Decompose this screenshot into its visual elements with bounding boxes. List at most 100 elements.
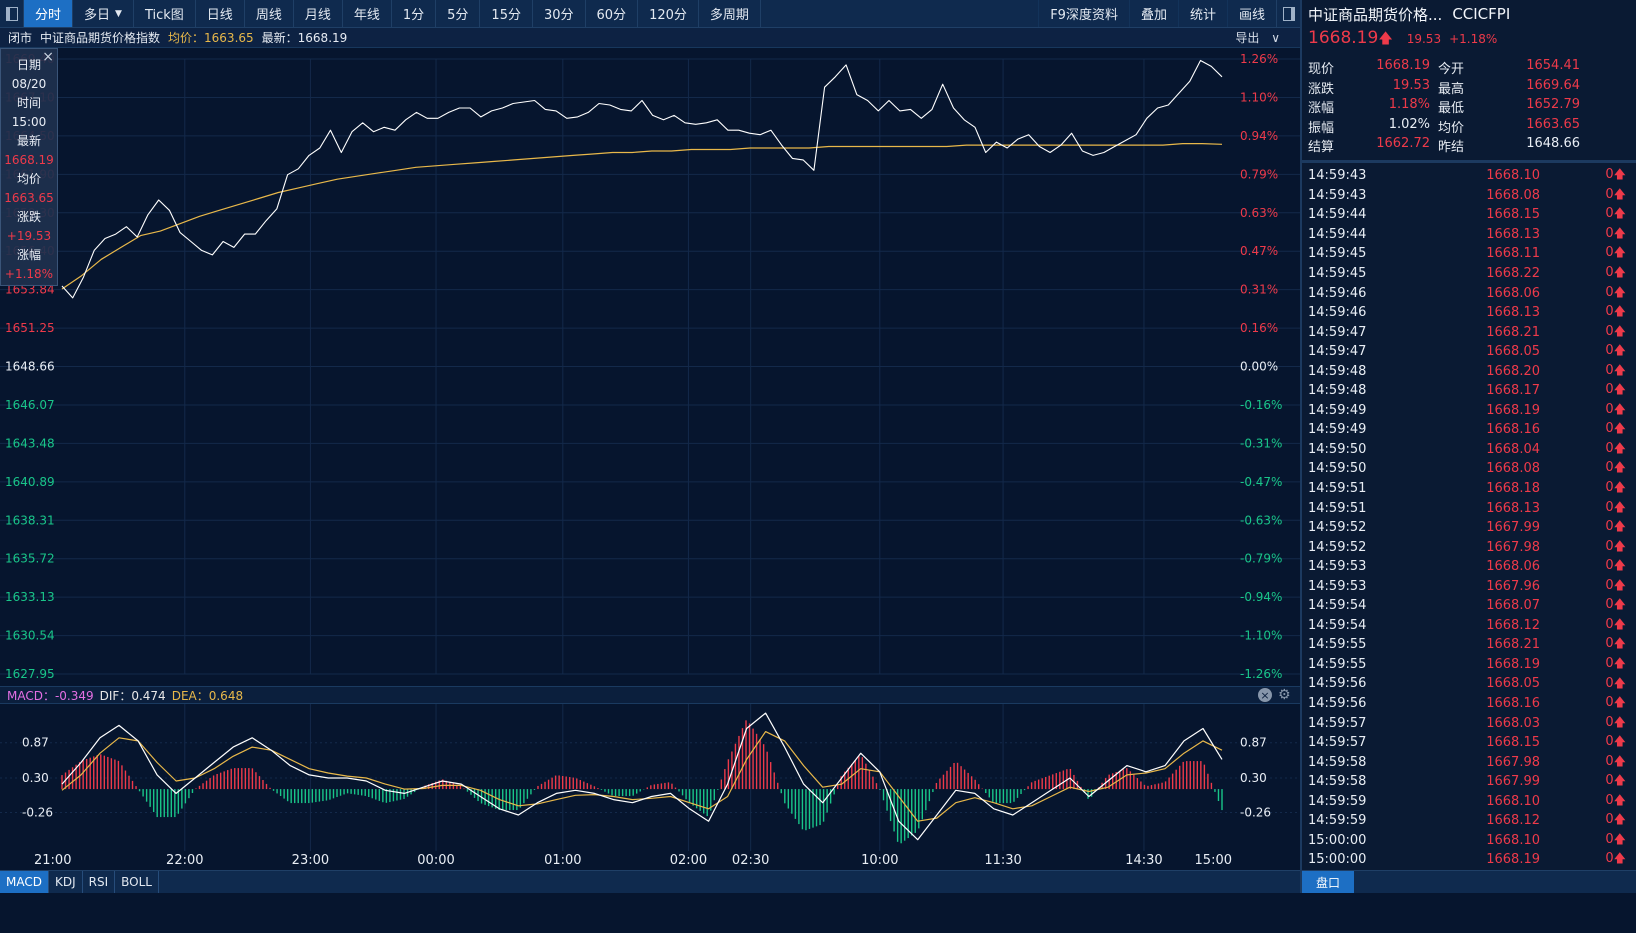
f9-depth-button[interactable]: F9深度资料 xyxy=(1038,0,1129,27)
arrow-up-icon: 🡅 xyxy=(1613,851,1626,866)
tick-volume-value: 0 xyxy=(1605,206,1614,222)
arrow-up-icon: 🡅 xyxy=(1613,499,1626,514)
tick-price: 1667.99 xyxy=(1486,520,1540,536)
tick-list[interactable]: 14:59:43 1668.10 0🡅 14:59:43 1668.08 0🡅 14:59:… xyxy=(1308,166,1628,870)
arrow-up-icon: 🡅 xyxy=(1613,421,1626,436)
tick-row: 14:59:49 1668.16 0🡅 xyxy=(1308,420,1628,440)
tab-1min[interactable]: 1分 xyxy=(392,0,437,27)
arrow-up-icon: 🡅 xyxy=(1613,480,1626,495)
tick-volume: 0🡅 xyxy=(1540,537,1628,558)
tab-boll[interactable]: BOLL xyxy=(115,871,159,893)
tick-price: 1668.08 xyxy=(1486,461,1540,477)
percent-axis-label: 1.10% xyxy=(1240,90,1278,104)
close-icon[interactable]: × xyxy=(42,49,54,65)
tick-time: 14:59:47 xyxy=(1308,344,1367,360)
tick-volume-value: 0 xyxy=(1605,362,1614,378)
dif-value: DIF：0.474 xyxy=(99,688,166,703)
tick-volume: 0🡅 xyxy=(1540,224,1628,245)
tick-price: 1668.13 xyxy=(1486,305,1540,321)
tick-volume-value: 0 xyxy=(1605,558,1614,574)
tick-volume-value: 0 xyxy=(1605,323,1614,339)
percent-axis-label: -0.94% xyxy=(1240,590,1282,604)
tick-time: 14:59:53 xyxy=(1308,559,1367,575)
tab-weekly[interactable]: 周线 xyxy=(245,0,294,27)
tab-rsi[interactable]: RSI xyxy=(83,871,116,893)
intraday-chart[interactable]: 1669.401.26%1667.101.10%1664.500.94%1661… xyxy=(0,48,1300,686)
tab-kdj[interactable]: KDJ xyxy=(49,871,83,893)
arrow-up-icon: 🡅 xyxy=(1613,519,1626,534)
tab-order-book[interactable]: 盘口 xyxy=(1302,871,1354,893)
macd-header: MACD：-0.349 DIF：0.474 DEA：0.648 × ⚙ xyxy=(0,686,1300,704)
tab-15min[interactable]: 15分 xyxy=(480,0,533,27)
percent-axis-label: -1.10% xyxy=(1240,629,1282,643)
gear-icon[interactable]: ⚙ xyxy=(1278,688,1292,702)
avg-price-line xyxy=(61,142,1223,290)
tab-30min[interactable]: 30分 xyxy=(533,0,586,27)
period-toolbar: 分时 多日 ▼ Tick图 日线 周线 月线 年线 1分 5分 15分 30分 6… xyxy=(0,0,1300,28)
quote-value: 1654.41 xyxy=(1526,58,1580,73)
arrow-up-icon: 🡅 xyxy=(1613,245,1626,260)
tab-intraday[interactable]: 分时 xyxy=(24,0,74,27)
quote-value: 19.53 xyxy=(1392,77,1430,93)
tab-tick[interactable]: Tick图 xyxy=(134,0,196,27)
tick-time: 14:59:43 xyxy=(1308,187,1367,203)
tab-multi-period[interactable]: 多周期 xyxy=(699,0,761,27)
tick-row: 14:59:50 1668.08 0🡅 xyxy=(1308,459,1628,479)
tick-price: 1668.06 xyxy=(1486,285,1540,301)
tick-row: 14:59:54 1668.07 0🡅 xyxy=(1308,596,1628,616)
tick-volume-value: 0 xyxy=(1605,460,1614,476)
dif-line xyxy=(61,712,1223,841)
tick-volume-value: 0 xyxy=(1605,577,1614,593)
macd-chart[interactable]: 0.87 0.87 0.30 0.30 -0.26 -0.26 21:00 22:00 23:0… xyxy=(0,704,1300,870)
tick-row: 14:59:43 1668.10 0🡅 xyxy=(1308,166,1628,186)
percent-axis-label: 0.31% xyxy=(1240,283,1278,297)
tab-daily[interactable]: 日线 xyxy=(196,0,245,27)
draw-line-button[interactable]: 画线 xyxy=(1226,0,1276,27)
tick-price: 1668.10 xyxy=(1486,832,1540,848)
tick-price: 1668.03 xyxy=(1486,715,1540,731)
arrow-up-icon: 🡅 xyxy=(1613,753,1626,768)
statistics-button[interactable]: 统计 xyxy=(1177,0,1227,27)
arrow-up-icon: 🡅 xyxy=(1613,597,1626,612)
export-button[interactable]: 导出 ∨ xyxy=(1227,29,1280,46)
tab-60min[interactable]: 60分 xyxy=(586,0,639,27)
chart-info-row: 闭市 中证商品期货价格指数 均价：1663.65 最新：1668.19 导出 ∨ xyxy=(0,28,1300,48)
tick-time: 14:59:57 xyxy=(1308,715,1367,731)
tick-time: 14:59:55 xyxy=(1308,656,1367,672)
time-axis-label: 22:00 xyxy=(166,853,203,868)
arrow-up-icon: 🡅 xyxy=(1613,734,1626,749)
tick-row: 14:59:57 1668.15 0🡅 xyxy=(1308,733,1628,753)
tick-volume: 0🡅 xyxy=(1540,283,1628,304)
tick-volume-value: 0 xyxy=(1605,616,1614,632)
time-axis-label: 02:00 xyxy=(670,853,707,868)
tick-volume-value: 0 xyxy=(1605,499,1614,515)
right-panel-toggle-icon[interactable] xyxy=(1276,0,1300,27)
arrow-up-icon: 🡅 xyxy=(1613,616,1626,631)
tick-time: 14:59:49 xyxy=(1308,402,1367,418)
tick-row: 14:59:47 1668.05 0🡅 xyxy=(1308,342,1628,362)
quote-row: 现价 1668.19 今开 1654.41 xyxy=(1308,58,1628,78)
overlay-button[interactable]: 叠加 xyxy=(1128,0,1178,27)
tab-yearly[interactable]: 年线 xyxy=(343,0,392,27)
tab-macd[interactable]: MACD xyxy=(0,871,49,893)
price-axis-label: 1633.13 xyxy=(5,590,55,604)
tick-price: 1668.19 xyxy=(1486,402,1540,418)
tick-price: 1668.11 xyxy=(1486,246,1540,262)
close-indicator-icon[interactable]: × xyxy=(1258,688,1272,702)
tick-volume: 0🡅 xyxy=(1540,263,1628,284)
tick-volume: 0🡅 xyxy=(1540,693,1628,714)
tab-5min[interactable]: 5分 xyxy=(436,0,481,27)
price-axis-label: 1640.89 xyxy=(5,475,55,489)
tick-time: 14:59:50 xyxy=(1308,461,1367,477)
tab-multi-day[interactable]: 多日 ▼ xyxy=(73,0,134,27)
tick-volume-value: 0 xyxy=(1605,343,1614,359)
quote-label: 涨跌 xyxy=(1308,81,1335,97)
tab-120min[interactable]: 120分 xyxy=(638,0,699,27)
left-panel-toggle-icon[interactable] xyxy=(0,0,24,27)
tick-time: 14:59:59 xyxy=(1308,793,1367,809)
percent-axis-label: -1.26% xyxy=(1240,667,1282,681)
quote-label: 涨幅 xyxy=(1308,101,1335,116)
tab-monthly[interactable]: 月线 xyxy=(294,0,343,27)
tick-price: 1668.10 xyxy=(1486,793,1540,809)
tick-time: 14:59:44 xyxy=(1308,207,1367,223)
